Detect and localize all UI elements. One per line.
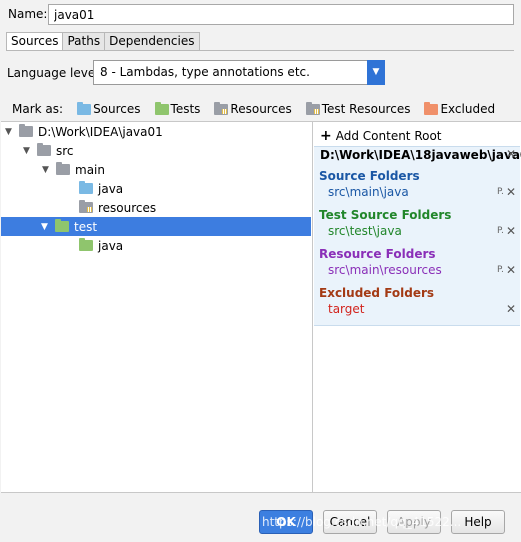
source-folder-path: src\main\java [328,185,409,199]
name-input[interactable] [48,4,514,25]
mark-excluded-label: Excluded [440,102,496,116]
tree-node-label: java [98,181,124,196]
properties-icon[interactable]: P. [497,265,504,275]
tree-node-main[interactable]: ▼ main [42,160,105,179]
tree-node-test[interactable]: ▼ test [1,217,311,236]
mark-test-resources-button[interactable]: Test Resources [305,101,411,116]
mark-tests-label: Tests [170,102,201,116]
tree-node-main-java[interactable]: java [79,179,123,198]
mark-tests-button[interactable]: Tests [154,101,201,116]
add-content-root-label: Add Content Root [335,129,442,143]
resource-folder-path: src\main\resources [328,263,442,277]
test-folder-icon [55,219,69,232]
test-folder-path: src\test\java [328,224,402,238]
close-icon[interactable]: ✕ [506,224,516,238]
expand-arrow-icon[interactable]: ▼ [23,146,37,156]
expand-arrow-icon[interactable]: ▼ [5,127,19,137]
language-level-label: Language level: [7,66,103,80]
resource-folder-icon [214,101,229,115]
close-icon[interactable]: ✕ [506,263,516,277]
tab-dependencies[interactable]: Dependencies [104,32,200,51]
mark-resources-label: Resources [230,102,292,116]
source-folders-title: Source Folders [319,169,420,183]
source-folder-icon [79,181,93,194]
tree-node-label: main [75,162,105,177]
mark-resources-button[interactable]: Resources [214,101,292,116]
name-label: Name: [8,7,48,21]
chevron-down-icon[interactable]: ▼ [367,60,385,85]
mark-as-bar: Mark as: Sources Tests Resources Test Re… [12,101,496,116]
excluded-folder-icon [424,101,439,115]
resource-folder-icon [79,200,93,213]
test-folder-icon [154,101,169,115]
tab-sources[interactable]: Sources [6,32,64,51]
expand-arrow-icon[interactable]: ▼ [41,222,55,232]
folder-icon [37,143,51,156]
watermark: https://blog.csdn.net/qq_41522... [262,515,462,529]
properties-icon[interactable]: P. [497,226,504,236]
tree-node-src[interactable]: ▼ src [23,141,74,160]
mark-sources-label: Sources [93,102,141,116]
test-folders-title: Test Source Folders [319,208,452,222]
add-content-root-button[interactable]: + Add Content Root [320,128,442,144]
content-root-path: D:\Work\IDEA\18javaweb\java01 [320,148,521,162]
mark-excluded-button[interactable]: Excluded [424,101,496,116]
folder-tree: ▼ D:\Work\IDEA\java01 ▼ src ▼ main java … [1,121,313,493]
close-icon[interactable]: ✕ [506,185,516,199]
tree-node-label: D:\Work\IDEA\java01 [38,124,163,139]
test-resource-folder-icon [305,101,320,115]
excluded-folder-path: target [328,302,365,316]
tab-paths[interactable]: Paths [62,32,106,51]
tree-node-label: resources [98,200,157,215]
language-level-select[interactable]: 8 - Lambdas, type annotations etc. [93,60,385,85]
tree-node-label: test [74,219,98,234]
test-folder-icon [79,238,93,251]
mark-sources-button[interactable]: Sources [77,101,141,116]
resource-folders-title: Resource Folders [319,247,436,261]
excluded-folders-title: Excluded Folders [319,286,435,300]
folder-icon [19,124,33,137]
tree-node-label: java [98,238,124,253]
mark-test-resources-label: Test Resources [321,102,411,116]
properties-icon[interactable]: P. [497,187,504,197]
expand-arrow-icon[interactable]: ▼ [42,165,56,175]
tree-node-test-java[interactable]: java [79,236,123,255]
tree-node-resources[interactable]: resources [79,198,156,217]
mark-as-label: Mark as: [12,102,64,116]
tab-divider [6,50,514,51]
close-icon[interactable]: ✕ [506,302,516,316]
folder-icon [56,162,70,175]
tree-node-label: src [56,143,74,158]
remove-root-close-icon[interactable]: ✕ [506,147,516,161]
plus-icon: + [320,128,332,144]
source-folder-icon [77,101,92,115]
tree-node-root[interactable]: ▼ D:\Work\IDEA\java01 [5,122,163,141]
tab-bar: Sources Paths Dependencies [6,32,200,51]
